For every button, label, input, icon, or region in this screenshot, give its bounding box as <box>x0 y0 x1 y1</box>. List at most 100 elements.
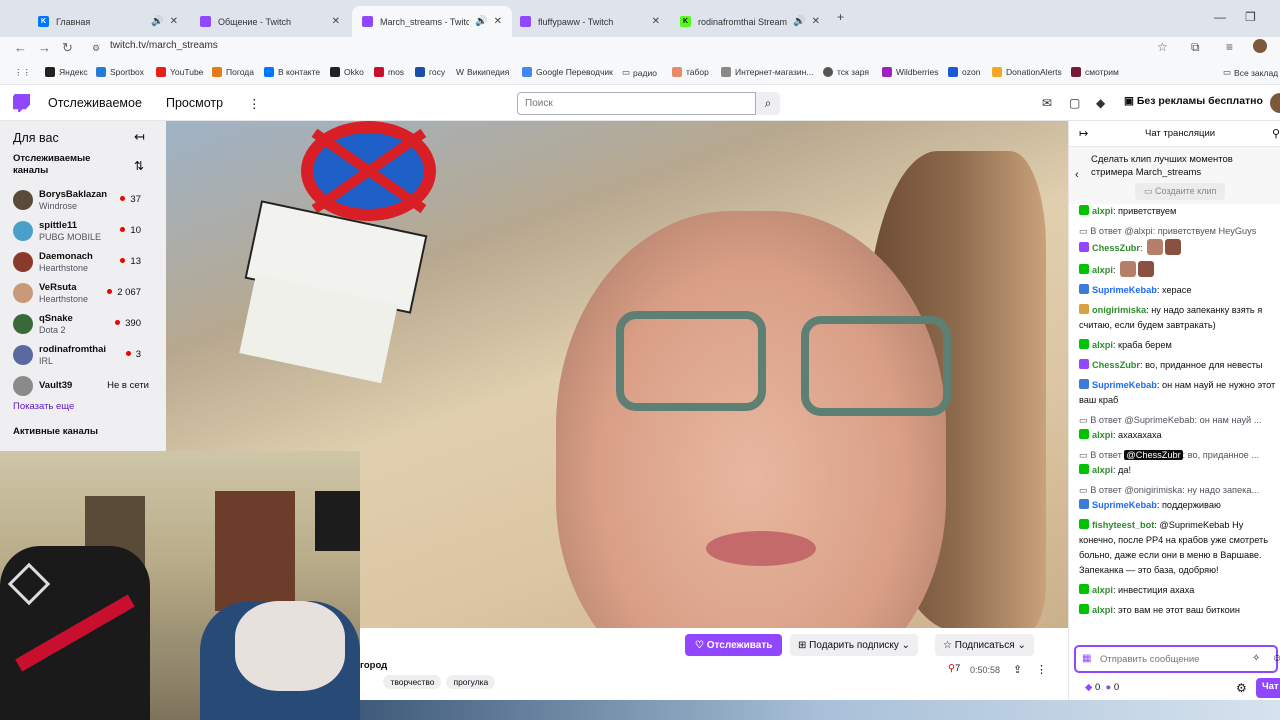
twitch-logo-icon[interactable] <box>13 94 30 112</box>
bookmark[interactable]: Google Переводчик <box>522 67 613 77</box>
bookmark[interactable]: смотрим <box>1071 67 1119 77</box>
new-tab-button[interactable]: + <box>837 10 844 24</box>
maximize-button[interactable]: ❐ <box>1245 10 1256 24</box>
search-input[interactable] <box>517 92 756 115</box>
chat-username[interactable]: alxpi <box>1092 585 1113 595</box>
bookmark[interactable]: Яндекс <box>45 67 88 77</box>
follow-button[interactable]: ♡ Отслеживать <box>685 634 783 656</box>
sidebar-channel[interactable]: Daemonach Hearthstone 13 <box>13 247 161 277</box>
subscribe-button[interactable]: ☆ Подписаться ⌄ <box>935 634 1034 656</box>
sidebar-channel[interactable]: qSnake Dota 2 390 <box>13 309 161 339</box>
sort-icon[interactable]: ⇅ <box>134 159 144 173</box>
close-icon[interactable]: ✕ <box>494 16 502 27</box>
bookmark[interactable]: W Википедия <box>456 67 509 77</box>
user-avatar[interactable] <box>1270 93 1280 113</box>
menu-icon[interactable]: ≡ <box>1226 40 1233 54</box>
close-icon[interactable]: ✕ <box>652 16 660 27</box>
back-icon[interactable]: ← <box>14 40 27 55</box>
chevron-left-icon[interactable]: ‹ <box>1075 169 1079 181</box>
chat-username[interactable]: SuprimeKebab <box>1092 500 1157 510</box>
close-icon[interactable]: ✕ <box>170 16 178 27</box>
chat-username[interactable]: ChessZubr <box>1092 243 1140 253</box>
close-icon[interactable]: ✕ <box>332 16 340 27</box>
address-bar[interactable]: twitch.tv/march_streams <box>110 40 218 51</box>
mention[interactable]: @ChessZubr <box>1124 450 1183 460</box>
sidebar-channel[interactable]: rodinafromthai IRL 3 <box>13 340 161 370</box>
bookmark[interactable]: ▭ радио <box>622 67 657 78</box>
chat-username[interactable]: alxpi <box>1092 265 1113 275</box>
browser-tab-active[interactable]: March_streams - Twitch 🔊 ✕ <box>352 6 512 37</box>
tag[interactable]: творчество <box>383 675 442 689</box>
bookmark[interactable]: mos <box>374 67 404 77</box>
category-link[interactable]: город <box>360 660 387 671</box>
speaker-icon[interactable]: 🔊 <box>793 16 805 27</box>
chat-username[interactable]: SuprimeKebab <box>1092 380 1157 390</box>
bookmark[interactable]: YouTube <box>156 67 203 77</box>
bookmark[interactable]: тск заря <box>823 67 869 77</box>
bookmark[interactable]: Погода <box>212 67 254 77</box>
users-icon[interactable]: ⚲ <box>1272 127 1280 140</box>
chat-send-button[interactable]: Чат <box>1256 678 1280 698</box>
bookmark[interactable]: DonationAlerts <box>992 67 1062 77</box>
more-icon[interactable]: ⋮ <box>1036 663 1047 676</box>
show-more-link[interactable]: Показать еще <box>13 401 74 412</box>
sidebar-channel[interactable]: BorysBaklazan Windrose 37 <box>13 185 161 215</box>
bits-icon[interactable]: ◆ <box>1096 96 1105 110</box>
create-clip-button[interactable]: ▭ Создаите клип <box>1135 183 1226 200</box>
nav-following[interactable]: Отслеживаемое <box>48 96 142 110</box>
chat-username[interactable]: SuprimeKebab <box>1092 285 1157 295</box>
speaker-icon[interactable]: 🔊 <box>475 16 487 27</box>
whispers-icon[interactable]: ▢ <box>1069 96 1080 110</box>
bookmark[interactable]: В контакте <box>264 67 320 77</box>
gift-sub-button[interactable]: ⊞ Подарить подписку ⌄ <box>790 634 919 656</box>
site-info-icon[interactable]: ⚙ <box>92 43 100 54</box>
bookmark[interactable]: ▭ Все заклад <box>1223 67 1278 78</box>
search-button[interactable]: ⌕ <box>756 92 780 115</box>
emote-icon[interactable]: ☺ <box>1272 653 1280 664</box>
chat-username[interactable]: onigirimiska <box>1092 305 1146 315</box>
chat-username[interactable]: alxpi <box>1092 430 1113 440</box>
chat-username[interactable]: alxpi <box>1092 340 1113 350</box>
browser-tab[interactable]: Общение - Twitch ✕ <box>190 6 350 37</box>
channel-points[interactable]: ◆ 0 ● 0 <box>1085 682 1119 693</box>
share-icon[interactable]: ⇪ <box>1013 663 1022 676</box>
profile-avatar[interactable] <box>1253 39 1267 53</box>
bookmark[interactable]: табор <box>672 67 709 77</box>
apps-icon[interactable]: ⋮⋮ <box>14 67 31 78</box>
forward-icon[interactable]: → <box>38 40 51 55</box>
chat-username[interactable]: alxpi <box>1092 465 1113 475</box>
more-icon[interactable]: ⋮ <box>248 96 261 111</box>
minimize-button[interactable]: — <box>1214 10 1226 24</box>
close-icon[interactable]: ✕ <box>812 16 820 27</box>
chat-input-box[interactable]: ▦ ✧ ☺ <box>1074 645 1280 673</box>
bookmark[interactable]: Wildberries <box>882 67 939 77</box>
bookmark[interactable]: госу <box>415 67 445 77</box>
bookmark[interactable]: Okko <box>330 67 364 77</box>
prime-button[interactable]: ▣ Без рекламы бесплатно <box>1124 95 1263 107</box>
chat-username[interactable]: ChessZubr <box>1092 360 1140 370</box>
sidebar-channel[interactable]: Vault39 Не в сети <box>13 371 161 401</box>
reload-icon[interactable]: ↻ <box>62 40 73 56</box>
badge-icon[interactable]: ▦ <box>1082 653 1091 664</box>
inbox-icon[interactable]: ✉ <box>1042 96 1052 110</box>
gear-icon[interactable]: ⚙ <box>1236 681 1247 695</box>
collapse-chat-icon[interactable]: ↦ <box>1079 127 1088 140</box>
collapse-icon[interactable]: ↤ <box>134 129 145 145</box>
browser-tab[interactable]: K rodinafromthai Stream - W 🔊✕ <box>670 6 830 37</box>
tag[interactable]: прогулка <box>446 675 496 689</box>
browser-tab[interactable]: fluffypaww - Twitch ✕ <box>510 6 670 37</box>
bookmark[interactable]: Sportbox <box>96 67 144 77</box>
bits-cheer-icon[interactable]: ✧ <box>1252 653 1260 664</box>
chat-username[interactable]: alxpi <box>1092 605 1113 615</box>
chat-username[interactable]: alxpi <box>1092 206 1113 216</box>
extensions-icon[interactable]: ⧉ <box>1191 40 1200 55</box>
speaker-icon[interactable]: 🔊 <box>151 16 163 27</box>
star-icon[interactable]: ☆ <box>1157 40 1168 54</box>
browser-tab[interactable]: K Главная 🔊 ✕ <box>28 6 188 37</box>
sidebar-channel[interactable]: spittle11 PUBG MOBILE 10 <box>13 216 161 246</box>
nav-browse[interactable]: Просмотр <box>166 96 223 110</box>
sidebar-channel[interactable]: VeRsuta Hearthstone 2 067 <box>13 278 161 308</box>
bookmark[interactable]: Интернет-магазин... <box>721 67 813 77</box>
chat-username[interactable]: fishyteest_bot <box>1092 520 1154 530</box>
chat-input[interactable] <box>1100 652 1240 666</box>
